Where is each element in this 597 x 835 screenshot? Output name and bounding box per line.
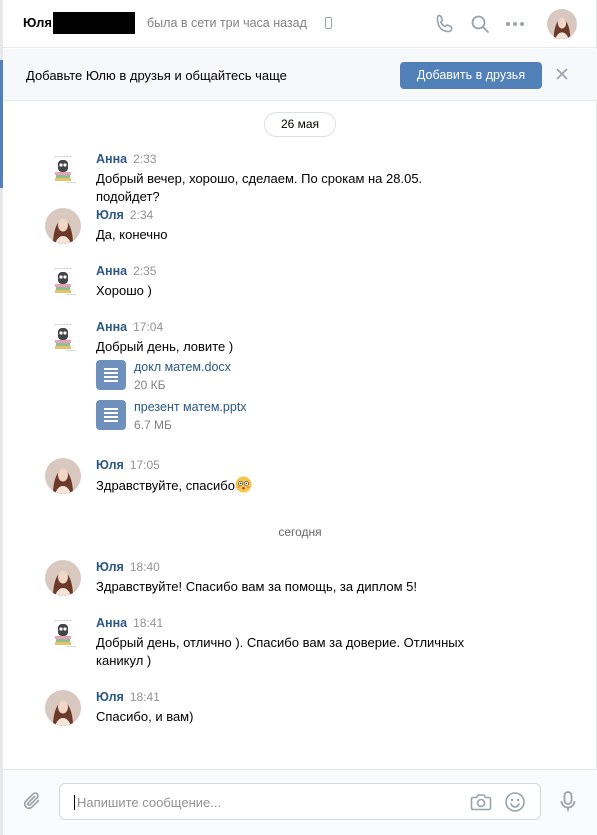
svg-text:~~~~~~: ~~~~~~ — [54, 267, 72, 271]
svg-text:~~~~: ~~~~ — [67, 645, 79, 649]
camera-icon[interactable] — [470, 792, 492, 812]
redacted-surname — [53, 12, 135, 34]
message-time: 17:04 — [133, 320, 164, 334]
message-time: 2:34 — [129, 208, 154, 222]
message-text: Хорошо ) — [96, 283, 152, 298]
message-time: 17:05 — [129, 458, 160, 472]
contact-name[interactable]: Юля — [23, 15, 52, 30]
svg-text:~~~~: ~~~~ — [67, 349, 79, 353]
message-time: 18:40 — [129, 560, 160, 574]
document-icon — [96, 400, 126, 430]
yulia-avatar[interactable] — [45, 560, 81, 596]
message-author[interactable]: Анна 2:33 — [96, 152, 156, 166]
message-text: Спасибо, и вам) — [96, 709, 194, 724]
message-time: 18:41 — [133, 616, 164, 630]
message-author[interactable]: Анна 2:35 — [96, 264, 156, 278]
message-time: 18:41 — [129, 690, 160, 704]
yulia-avatar[interactable] — [45, 690, 81, 726]
message-time: 2:33 — [133, 152, 157, 166]
anna-avatar[interactable]: ~~~~~~ ~~~~ — [45, 320, 81, 356]
phone-call-icon[interactable] — [433, 12, 457, 36]
online-status: была в сети три часа назад — [147, 16, 307, 30]
document-size: 20 КБ — [134, 378, 166, 392]
contact-avatar[interactable] — [547, 9, 577, 39]
document-attachment[interactable]: презент матем.pptx 6.7 МБ — [96, 400, 396, 434]
document-attachment[interactable]: докл матем.docx 20 КБ — [96, 360, 396, 394]
close-icon[interactable] — [554, 66, 570, 82]
message-input[interactable]: Напишите сообщение... — [59, 783, 541, 820]
message-text: Здравствуйте, спасибо — [96, 476, 486, 495]
add-friend-text: Добавьте Юлю в друзья и общайтесь чаще — [26, 68, 287, 83]
message-text: Здравствуйте! Спасибо вам за помощь, за … — [96, 579, 417, 594]
anna-avatar[interactable]: ~~~~~~ ~~~~ — [45, 264, 81, 300]
yulia-avatar[interactable] — [45, 458, 81, 494]
document-icon — [96, 360, 126, 390]
document-name[interactable]: докл матем.docx — [134, 360, 231, 374]
message-text: Добрый день, ловите ) — [96, 339, 234, 354]
chat-header: Юля была в сети три часа назад — [3, 0, 597, 48]
mobile-device-icon — [325, 17, 332, 29]
svg-text:~~~~: ~~~~ — [67, 293, 79, 297]
chat-window: Юля была в сети три часа назад Добавьте … — [3, 0, 597, 835]
date-separator: 26 мая — [264, 112, 336, 137]
message-time: 2:35 — [133, 264, 157, 278]
anna-avatar[interactable]: ~~~~~~ ~~~~ — [45, 152, 81, 188]
add-friend-button[interactable]: Добавить в друзья — [400, 62, 542, 89]
message-author[interactable]: Анна 17:04 — [96, 320, 163, 334]
message: ~~~~~~ ~~~~ Анна 17:04 Добрый день, ловите… — [45, 320, 565, 440]
svg-text:~~~~~~: ~~~~~~ — [54, 619, 72, 623]
message-text: Да, конечно — [96, 227, 168, 242]
message-text: Добрый день, отлично ). Спасибо вам за д… — [96, 635, 465, 668]
microphone-icon[interactable] — [558, 790, 578, 814]
message-author[interactable]: Анна 18:41 — [96, 616, 163, 630]
message-author[interactable]: Юля 2:34 — [96, 208, 153, 222]
message-author[interactable]: Юля 18:40 — [96, 560, 160, 574]
emoji-icon[interactable] — [504, 791, 526, 813]
message-composer: Напишите сообщение... — [3, 769, 597, 835]
svg-text:~~~~~~: ~~~~~~ — [54, 155, 72, 159]
more-icon[interactable] — [503, 12, 527, 36]
search-icon[interactable] — [468, 12, 492, 36]
yulia-avatar[interactable] — [45, 208, 81, 244]
svg-text:~~~~: ~~~~ — [67, 181, 79, 185]
message-text: Добрый вечер, хорошо, сделаем. По срокам… — [96, 171, 423, 204]
anna-avatar[interactable]: ~~~~~~ ~~~~ — [45, 616, 81, 652]
svg-text:~~~~~~: ~~~~~~ — [54, 323, 72, 327]
message-input-placeholder: Напишите сообщение... — [74, 795, 221, 810]
add-friend-banner: Добавьте Юлю в друзья и общайтесь чаще Д… — [3, 49, 597, 101]
document-size: 6.7 МБ — [134, 418, 172, 432]
message-author[interactable]: Юля 18:41 — [96, 690, 160, 704]
date-separator-today: сегодня — [278, 525, 322, 539]
message-author[interactable]: Юля 17:05 — [96, 458, 160, 472]
flushed-face-emoji-icon — [235, 476, 252, 493]
paperclip-icon[interactable] — [21, 790, 43, 812]
document-name[interactable]: презент матем.pptx — [134, 400, 247, 414]
